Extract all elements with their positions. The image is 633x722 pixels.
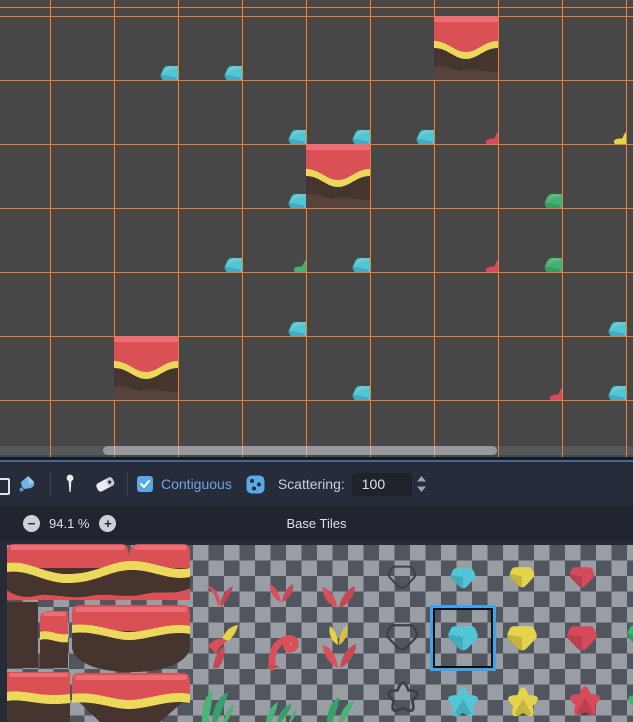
base-tiles-header: − 94.1 % + Base Tiles: [0, 506, 633, 541]
canvas-tile-star-yellow[interactable]: [562, 80, 626, 144]
palette-empty-tile-outline[interactable]: [389, 683, 418, 711]
selected-tile-inner-border: [433, 608, 493, 668]
eraser-icon: [93, 474, 117, 494]
canvas-tile-diamond-cyan[interactable]: [178, 208, 242, 272]
canvas-tile-diamond-cyan[interactable]: [370, 80, 434, 144]
toolbar-separator: [50, 472, 51, 496]
toolbar-separator: [127, 472, 128, 496]
zoom-out-icon[interactable]: −: [23, 515, 40, 532]
canvas-tile-diamond-cyan[interactable]: [306, 208, 370, 272]
palette-plant-tiles[interactable]: [202, 584, 356, 722]
tilemap-toolbar: Contiguous Scattering:: [0, 462, 633, 506]
canvas-tile-star-red[interactable]: [434, 80, 498, 144]
scattering-input[interactable]: [352, 473, 412, 496]
canvas-tile-diamond-green[interactable]: [498, 144, 562, 208]
scattering-label: Scattering:: [278, 476, 345, 492]
palette-empty-tile-outline[interactable]: [387, 625, 417, 649]
canvas-tile-diamond-cyan[interactable]: [242, 80, 306, 144]
eraser-button[interactable]: [93, 474, 117, 494]
picker-button[interactable]: [64, 473, 76, 495]
base-tiles-title: Base Tiles: [0, 516, 633, 531]
tileset-palette[interactable]: [0, 541, 633, 722]
canvas-tile-star-red[interactable]: [434, 208, 498, 272]
tileset-art: [0, 543, 633, 722]
picker-icon: [64, 473, 76, 495]
canvas-tile-diamond-cyan[interactable]: [178, 16, 242, 80]
horizontal-scrollbar-thumb[interactable]: [103, 446, 497, 455]
zoom-level: 94.1 %: [49, 516, 89, 531]
canvas-tile-diamond-cyan[interactable]: [562, 272, 626, 336]
rect-select-icon[interactable]: [0, 478, 10, 495]
canvas-tile-terrain[interactable]: [434, 16, 498, 80]
palette-gem-star-green[interactable]: [628, 687, 633, 716]
canvas-tile-diamond-cyan[interactable]: [242, 272, 306, 336]
palette-terrain-tiles[interactable]: [7, 544, 190, 722]
canvas-tile-diamond-cyan[interactable]: [306, 336, 370, 400]
scattering-spinner[interactable]: [415, 475, 428, 493]
selected-tile-highlight[interactable]: [430, 605, 496, 671]
canvas-tile-star-red[interactable]: [498, 336, 562, 400]
canvas-tile-diamond-green[interactable]: [498, 208, 562, 272]
paint-bucket-button[interactable]: [16, 473, 38, 495]
canvas-tile-diamond-cyan[interactable]: [306, 80, 370, 144]
checkmark-icon: [139, 478, 151, 490]
random-scatter-button[interactable]: [246, 475, 265, 494]
zoom-in-icon[interactable]: +: [99, 515, 116, 532]
canvas-tile-diamond-cyan[interactable]: [114, 16, 178, 80]
canvas-tile-diamond-cyan[interactable]: [242, 144, 306, 208]
canvas-tile-terrain[interactable]: [306, 144, 370, 208]
updown-arrows-icon: [415, 475, 428, 493]
dice-icon: [246, 475, 265, 494]
contiguous-label[interactable]: Contiguous: [161, 476, 232, 492]
paint-bucket-icon: [16, 473, 38, 495]
palette-empty-tile-outline[interactable]: [389, 567, 415, 588]
tilemap-canvas[interactable]: [0, 0, 633, 457]
palette-gem-tiles[interactable]: [387, 567, 633, 717]
contiguous-checkbox[interactable]: [137, 476, 153, 492]
canvas-tile-diamond-cyan[interactable]: [562, 336, 626, 400]
canvas-tile-terrain[interactable]: [114, 336, 178, 400]
canvas-tile-star-green[interactable]: [242, 208, 306, 272]
